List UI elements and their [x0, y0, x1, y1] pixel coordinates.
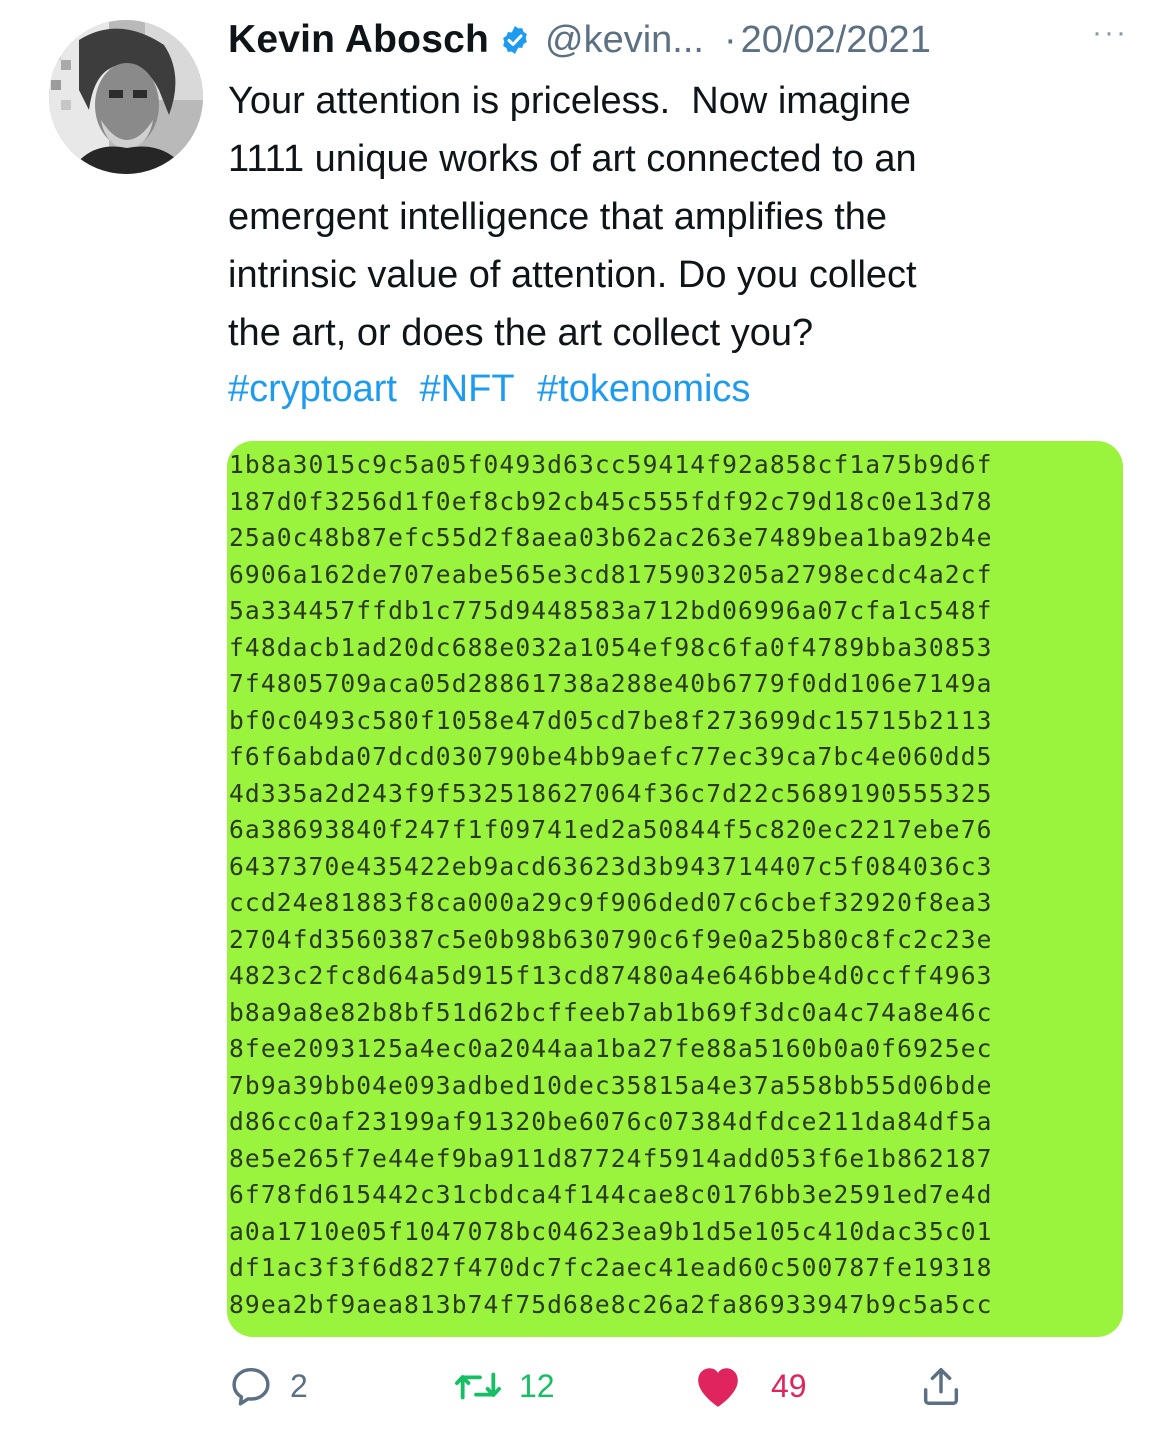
verified-badge-icon — [499, 24, 531, 56]
separator-dot: · — [723, 18, 737, 61]
hex-line: 25a0c48b87efc55d2f8aea03b62ac263e7489bea… — [229, 523, 993, 552]
avatar[interactable] — [49, 20, 203, 174]
hex-line: d86cc0af23199af91320be6076c07384dfdce211… — [229, 1107, 993, 1136]
profile-photo — [49, 20, 203, 174]
hex-line: 6437370e435422eb9acd63623d3b943714407c5f… — [229, 851, 993, 881]
hex-line: 1b8a3015c9c5a05f0493d63cc59414f92a858cf1… — [229, 450, 993, 479]
like-count: 49 — [771, 1367, 807, 1404]
heart-icon — [698, 1368, 738, 1407]
hex-line: f6f6abda07dcd030790be4bb9aefc77ec39ca7bc… — [229, 742, 993, 771]
hex-line: 8fee2093125a4ec0a2044aa1ba27fe88a5160b0a… — [229, 1034, 993, 1063]
like-button[interactable]: 49 — [693, 1356, 807, 1416]
hex-line: a0a1710e05f1047078bc04623ea9b1d5e105c410… — [229, 1216, 993, 1246]
share-icon — [923, 1367, 959, 1405]
hex-line: 7b9a39bb04e093adbed10dec35815a4e37a558bb… — [229, 1070, 993, 1100]
tweet-text-line: Your attention is priceless. Now imagine — [228, 80, 911, 122]
tweet-date[interactable]: 20/02/2021 — [741, 19, 931, 62]
hex-line: 4823c2fc8d64a5d915f13cd87480a4e646bbe4d0… — [229, 961, 993, 990]
author-handle[interactable]: @kevin... — [545, 19, 704, 62]
hex-line: f48dacb1ad20dc688e032a1054ef98c6fa0f4789… — [229, 632, 993, 662]
retweet-button[interactable]: 12 — [453, 1356, 555, 1416]
hex-line: 187d0f3256d1f0ef8cb92cb45c555fdf92c79d18… — [229, 486, 993, 516]
media-image[interactable]: 1b8a3015c9c5a05f0493d63cc59414f92a858cf1… — [227, 441, 1123, 1337]
hex-line: 6906a162de707eabe565e3cd8175903205a2798e… — [229, 559, 993, 589]
hashtag-tokenomics[interactable]: #tokenomics — [537, 368, 750, 410]
action-bar: 2 12 49 — [228, 1356, 1128, 1416]
author-name[interactable]: Kevin Abosch — [228, 18, 489, 62]
tweet-text-line: emergent intelligence that amplifies the — [228, 196, 888, 238]
retweet-icon — [454, 1372, 501, 1400]
hex-line: 8e5e265f7e44ef9ba911d87724f5914add053f6e… — [229, 1143, 993, 1173]
reply-icon — [232, 1367, 270, 1406]
hashtag-row: #cryptoart #NFT #tokenomics — [228, 360, 762, 418]
hex-line: 4d335a2d243f9f532518627064f36c7d22c56891… — [229, 778, 993, 808]
tweet-text-line: intrinsic value of attention. Do you col… — [228, 254, 917, 296]
tweet-text-line: the art, or does the art collect you? — [228, 312, 814, 354]
hex-line: ccd24e81883f8ca000a29c9f906ded07c6cbef32… — [229, 888, 993, 917]
hex-text-block: 1b8a3015c9c5a05f0493d63cc59414f92a858cf1… — [229, 447, 993, 1323]
hex-line: 2704fd3560387c5e0b98b630790c6f9e0a25b80c… — [229, 924, 993, 954]
hex-line: 7f4805709aca05d28861738a288e40b6779f0dd1… — [229, 669, 993, 698]
more-options-icon[interactable]: ··· — [1072, 16, 1128, 50]
hex-line: b8a9a8e82b8bf51d62bcffeeb7ab1b69f3dc0a4c… — [229, 997, 993, 1027]
hex-line: 5a334457ffdb1c775d9448583a712bd06996a07c… — [229, 596, 993, 625]
tweet-text: Your attention is priceless. Now imagine… — [228, 72, 1108, 362]
reply-count: 2 — [290, 1367, 308, 1404]
hex-line: 6f78fd615442c31cbdca4f144cae8c0176bb3e25… — [229, 1180, 993, 1209]
hex-line: df1ac3f3f6d827f470dc7fc2aec41ead60c50078… — [229, 1253, 993, 1282]
hex-line: 89ea2bf9aea813b74f75d68e8c26a2fa86933947… — [229, 1289, 993, 1319]
hashtag-nft[interactable]: #NFT — [420, 368, 515, 410]
hashtag-cryptoart[interactable]: #cryptoart — [228, 368, 397, 410]
share-button[interactable] — [918, 1356, 964, 1416]
tweet-text-line: 1111 unique works of art connected to an — [228, 138, 917, 180]
tweet-header: Kevin Abosch @kevin... · 20/02/2021 ··· — [228, 14, 1128, 66]
retweet-count: 12 — [519, 1367, 555, 1404]
hex-line: bf0c0493c580f1058e47d05cd7be8f273699dc15… — [229, 705, 993, 735]
reply-button[interactable]: 2 — [228, 1356, 308, 1416]
hex-line: 6a38693840f247f1f09741ed2a50844f5c820ec2… — [229, 815, 993, 844]
